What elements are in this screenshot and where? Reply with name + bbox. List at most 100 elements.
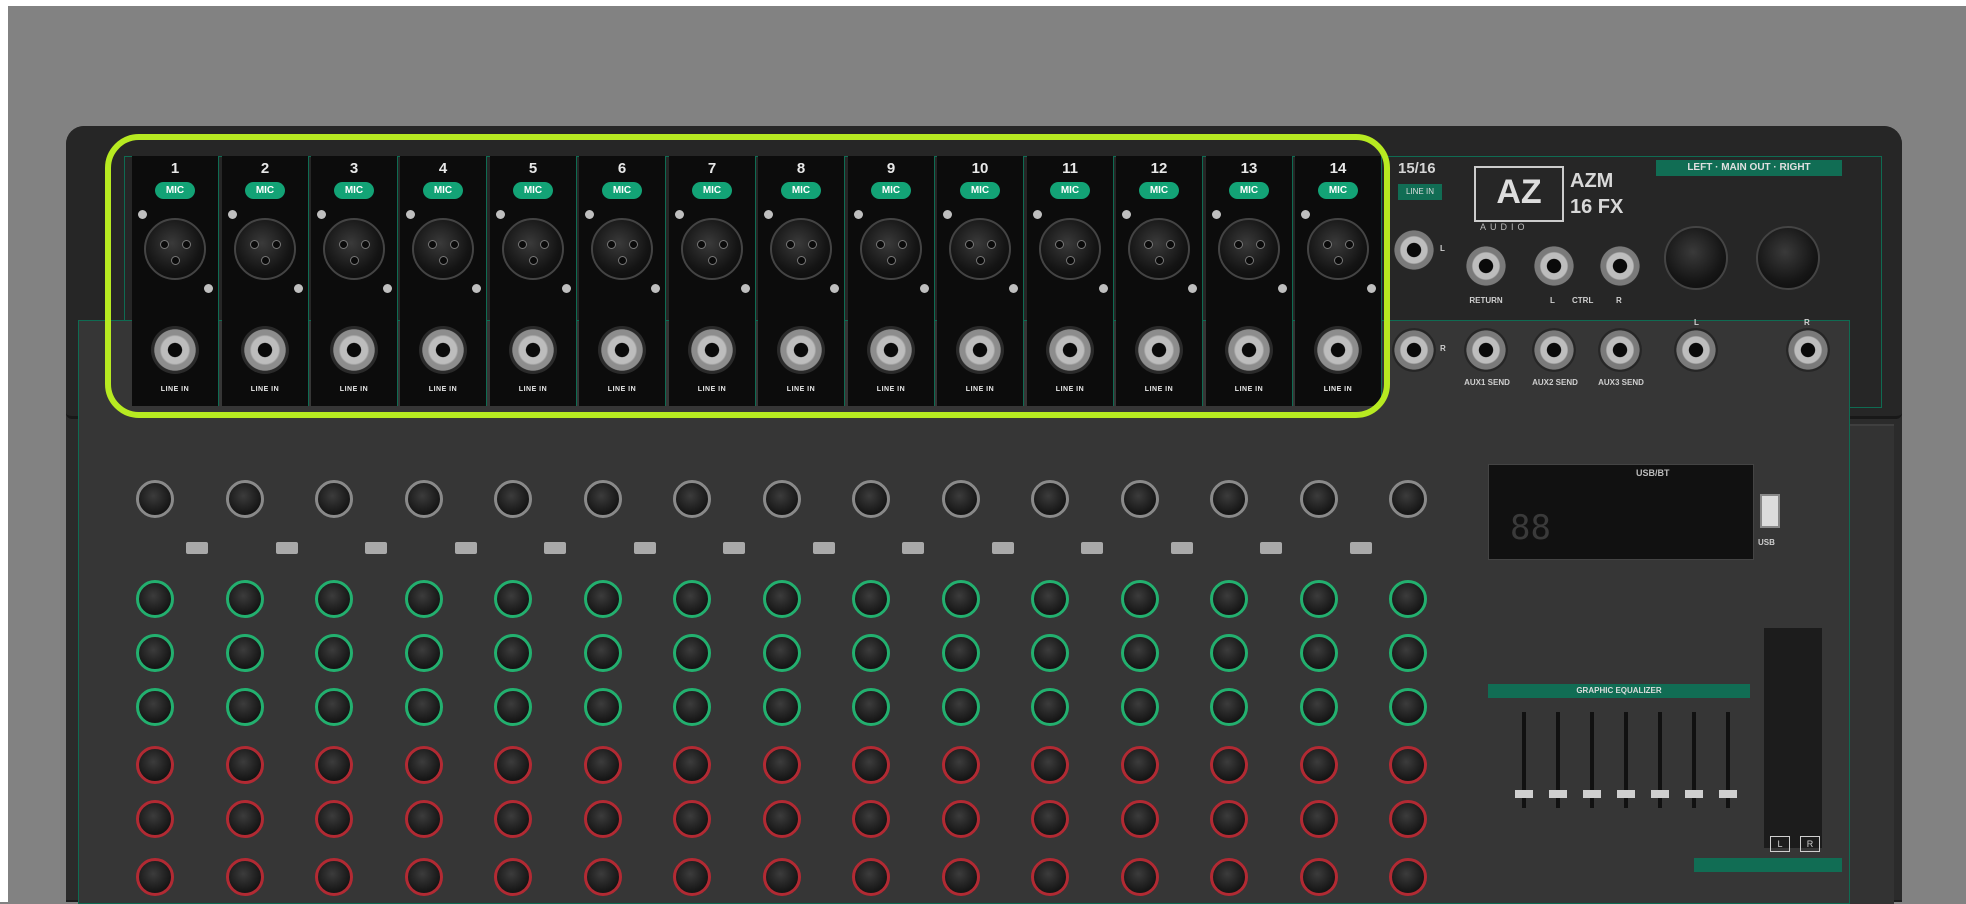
knob-icon[interactable]: [1299, 634, 1338, 672]
eq-fader-cap[interactable]: [1515, 790, 1533, 798]
knob-icon[interactable]: [583, 634, 622, 672]
pad-button[interactable]: [1170, 542, 1193, 554]
knob-icon[interactable]: [941, 480, 980, 518]
knob-icon[interactable]: [404, 580, 443, 618]
knob-icon[interactable]: [494, 634, 532, 672]
knob-icon[interactable]: [852, 688, 890, 726]
knob-icon[interactable]: [136, 746, 174, 784]
pad-button[interactable]: [365, 542, 387, 554]
ctrl-left-jack[interactable]: [1532, 244, 1576, 288]
knob-icon[interactable]: [1389, 480, 1427, 518]
knob-icon[interactable]: [1031, 580, 1069, 618]
knob-icon[interactable]: [1120, 746, 1159, 784]
pad-button[interactable]: [544, 542, 566, 554]
knob-icon[interactable]: [225, 580, 264, 618]
aux2-send-jack[interactable]: [1532, 328, 1576, 372]
knob-icon[interactable]: [583, 480, 622, 518]
knob-icon[interactable]: [225, 858, 264, 896]
pad-button[interactable]: [991, 542, 1014, 554]
knob-icon[interactable]: [762, 746, 801, 784]
knob-icon[interactable]: [404, 800, 443, 838]
knob-icon[interactable]: [583, 800, 622, 838]
knob-icon[interactable]: [941, 634, 980, 672]
knob-icon[interactable]: [136, 480, 174, 518]
knob-icon[interactable]: [1299, 688, 1338, 726]
aux1-send-jack[interactable]: [1464, 328, 1508, 372]
knob-icon[interactable]: [1031, 480, 1069, 518]
knob-icon[interactable]: [315, 688, 353, 726]
pad-button[interactable]: [1260, 542, 1282, 554]
knob-icon[interactable]: [1389, 580, 1427, 618]
knob-icon[interactable]: [1299, 746, 1338, 784]
knob-icon[interactable]: [852, 480, 890, 518]
pad-button[interactable]: [1081, 542, 1103, 554]
eq-fader-cap[interactable]: [1549, 790, 1567, 798]
knob-icon[interactable]: [762, 800, 801, 838]
knob-icon[interactable]: [1210, 634, 1248, 672]
knob-icon[interactable]: [1389, 746, 1427, 784]
knob-icon[interactable]: [762, 634, 801, 672]
knob-icon[interactable]: [1210, 480, 1248, 518]
knob-icon[interactable]: [673, 858, 711, 896]
return-jack[interactable]: [1464, 244, 1508, 288]
knob-icon[interactable]: [583, 858, 622, 896]
knob-icon[interactable]: [1389, 688, 1427, 726]
pad-button[interactable]: [812, 542, 835, 554]
knob-icon[interactable]: [494, 800, 532, 838]
knob-icon[interactable]: [136, 688, 174, 726]
eq-fader-cap[interactable]: [1617, 790, 1635, 798]
knob-icon[interactable]: [315, 480, 353, 518]
knob-icon[interactable]: [673, 688, 711, 726]
main-out-right-jack[interactable]: [1786, 328, 1830, 372]
knob-icon[interactable]: [1120, 634, 1159, 672]
aux3-send-jack[interactable]: [1598, 328, 1642, 372]
main-out-right-xlr[interactable]: [1756, 226, 1820, 290]
knob-icon[interactable]: [1031, 746, 1069, 784]
main-out-left-jack[interactable]: [1674, 328, 1718, 372]
knob-icon[interactable]: [941, 746, 980, 784]
knob-icon[interactable]: [852, 858, 890, 896]
knob-icon[interactable]: [315, 580, 353, 618]
eq-fader-cap[interactable]: [1685, 790, 1703, 798]
knob-icon[interactable]: [1210, 580, 1248, 618]
knob-icon[interactable]: [225, 800, 264, 838]
knob-icon[interactable]: [583, 580, 622, 618]
pad-button[interactable]: [1349, 542, 1372, 554]
knob-icon[interactable]: [1210, 746, 1248, 784]
usb-port-icon[interactable]: [1760, 494, 1780, 528]
knob-icon[interactable]: [404, 480, 443, 518]
knob-icon[interactable]: [136, 634, 174, 672]
knob-icon[interactable]: [1031, 858, 1069, 896]
pad-button[interactable]: [902, 542, 924, 554]
knob-icon[interactable]: [404, 858, 443, 896]
knob-icon[interactable]: [136, 580, 174, 618]
knob-icon[interactable]: [1210, 800, 1248, 838]
knob-icon[interactable]: [1120, 688, 1159, 726]
knob-icon[interactable]: [1031, 634, 1069, 672]
knob-icon[interactable]: [673, 800, 711, 838]
knob-icon[interactable]: [1031, 688, 1069, 726]
pad-button[interactable]: [723, 542, 745, 554]
knob-icon[interactable]: [762, 480, 801, 518]
knob-icon[interactable]: [1299, 480, 1338, 518]
knob-icon[interactable]: [852, 580, 890, 618]
knob-icon[interactable]: [136, 858, 174, 896]
knob-icon[interactable]: [1299, 858, 1338, 896]
knob-icon[interactable]: [941, 800, 980, 838]
knob-icon[interactable]: [941, 858, 980, 896]
eq-fader-cap[interactable]: [1583, 790, 1601, 798]
eq-fader-cap[interactable]: [1719, 790, 1737, 798]
knob-icon[interactable]: [762, 688, 801, 726]
pad-button[interactable]: [633, 542, 656, 554]
knob-icon[interactable]: [225, 480, 264, 518]
knob-icon[interactable]: [583, 746, 622, 784]
knob-icon[interactable]: [762, 858, 801, 896]
knob-icon[interactable]: [762, 580, 801, 618]
knob-icon[interactable]: [1299, 800, 1338, 838]
knob-icon[interactable]: [225, 634, 264, 672]
knob-icon[interactable]: [852, 800, 890, 838]
knob-icon[interactable]: [315, 746, 353, 784]
knob-icon[interactable]: [494, 746, 532, 784]
pad-button[interactable]: [454, 542, 477, 554]
pad-button[interactable]: [275, 542, 298, 554]
